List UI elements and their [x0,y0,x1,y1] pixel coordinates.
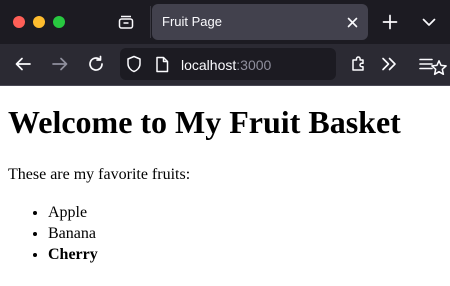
tab-tray-icon [118,15,134,29]
window-close-button[interactable] [13,16,25,28]
window-minimize-button[interactable] [33,16,45,28]
navigation-toolbar: localhost:3000 [0,44,450,86]
puzzle-icon [352,56,364,71]
more-tools-button[interactable] [377,52,401,76]
tab-title: Fruit Page [162,14,222,29]
tab-separator [150,6,151,38]
back-button[interactable] [11,52,35,76]
url-text: localhost:3000 [181,57,271,73]
close-icon [347,17,357,27]
url-port: :3000 [236,57,272,73]
list-all-tabs-button[interactable] [418,11,440,33]
arrow-right-icon [52,57,68,71]
window-maximize-button[interactable] [53,16,65,28]
double-chevron-right-icon [382,57,396,71]
arrow-left-icon [15,57,31,71]
page-content: Welcome to My Fruit Basket These are my … [0,86,450,286]
new-tab-button[interactable] [378,10,402,34]
page-heading: Welcome to My Fruit Basket [8,104,401,140]
forward-button[interactable] [48,52,72,76]
tab-strip: Fruit Page [0,0,450,44]
site-info-button[interactable] [154,55,170,73]
page-icon [156,56,169,72]
tab-close-button[interactable] [342,12,362,32]
reload-icon [89,55,103,71]
reload-button[interactable] [84,52,108,76]
plus-icon [382,14,398,30]
application-menu-button[interactable] [414,52,438,76]
chevron-down-icon [422,18,436,26]
tab-fruit-page[interactable]: Fruit Page [152,4,368,40]
fruit-list-item: Apple [48,202,98,223]
shield-icon [127,55,141,73]
tab-tray-button[interactable] [113,10,139,34]
url-host: localhost [181,57,237,73]
fruit-list: Apple Banana Cherry [8,202,98,265]
extensions-button[interactable] [347,52,371,76]
fruit-list-item: Cherry [48,244,98,265]
hamburger-menu-icon [419,58,433,70]
address-bar[interactable]: localhost:3000 [120,48,447,80]
tracking-protection-button[interactable] [125,55,143,73]
intro-text: These are my favorite fruits: [8,166,191,183]
fruit-list-item: Banana [48,223,98,244]
